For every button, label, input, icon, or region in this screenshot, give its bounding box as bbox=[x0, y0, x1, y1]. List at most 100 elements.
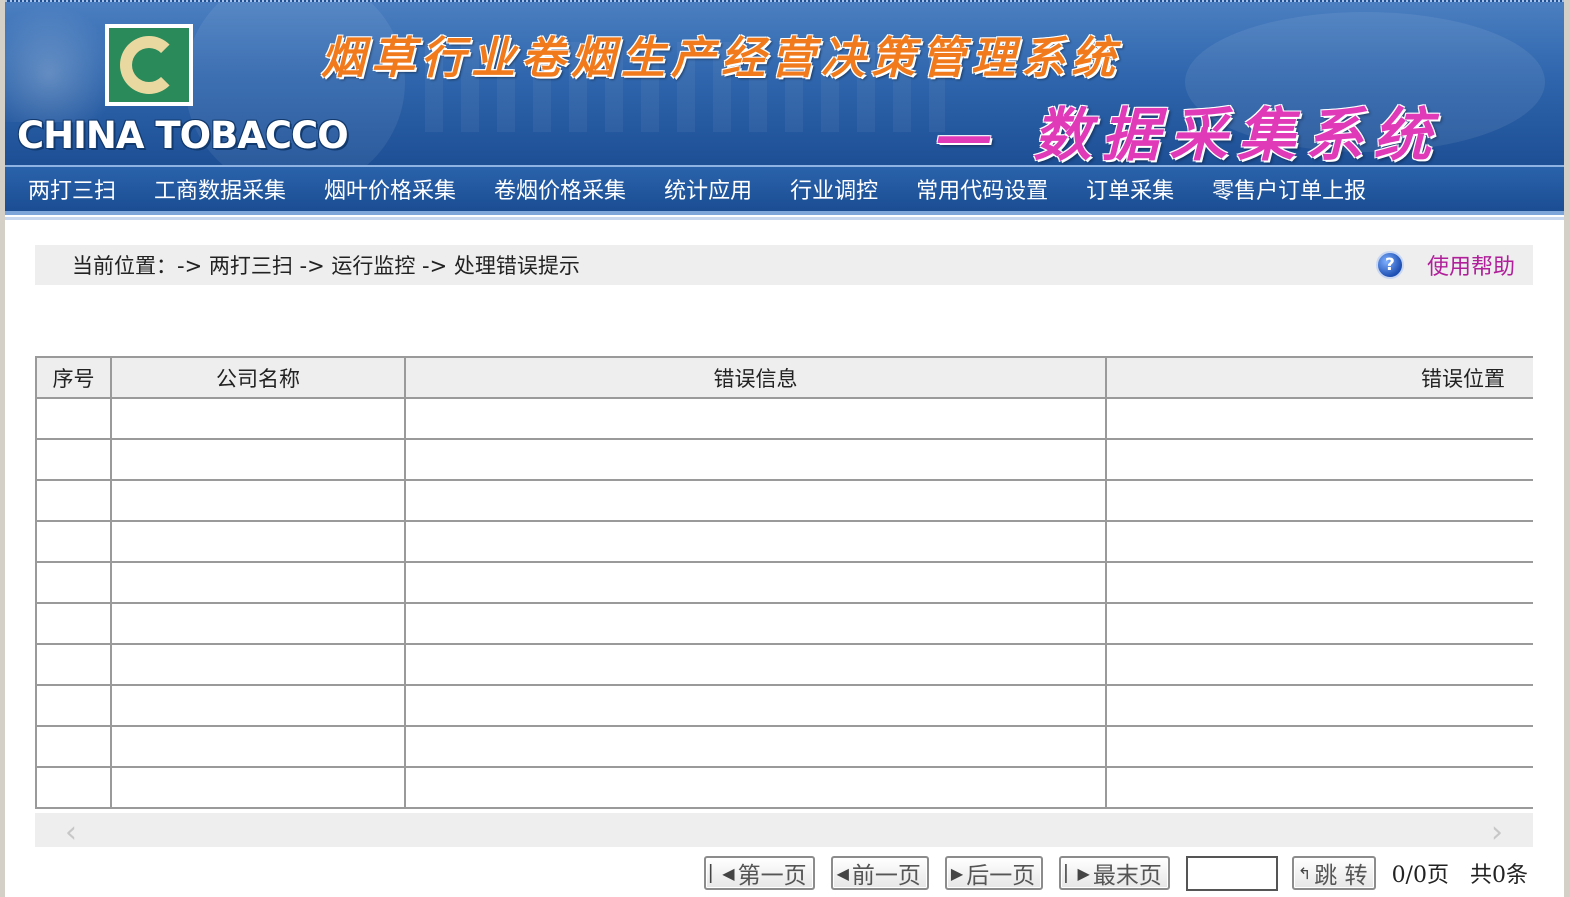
last-page-label: 最末页 bbox=[1092, 863, 1162, 889]
column-header-error-message[interactable]: 错误信息 bbox=[404, 356, 1107, 399]
nav-item-cigarette-price[interactable]: 卷烟价格采集 bbox=[475, 173, 645, 205]
nav-item-industry-control[interactable]: 行业调控 bbox=[771, 173, 897, 205]
table-cell bbox=[110, 684, 406, 727]
table-row bbox=[35, 561, 1533, 604]
table-cell bbox=[404, 725, 1107, 768]
table-cell bbox=[35, 397, 112, 440]
prev-page-icon: ◀ bbox=[836, 863, 849, 883]
next-page-label: 后一页 bbox=[966, 863, 1036, 889]
error-table: 序号 公司名称 错误信息 错误位置 bbox=[35, 356, 1533, 809]
header-banner: CHINA TOBACCO 烟草行业卷烟生产经营决策管理系统 — 数据采集系统 bbox=[5, 0, 1564, 165]
help-label[interactable]: 使用帮助 bbox=[1427, 249, 1515, 281]
china-tobacco-logo bbox=[105, 24, 193, 106]
column-header-index[interactable]: 序号 bbox=[35, 356, 112, 399]
error-table-container[interactable]: 序号 公司名称 错误信息 错误位置 bbox=[35, 356, 1533, 813]
last-page-button[interactable]: ▏▶ 最末页 bbox=[1059, 856, 1170, 890]
table-body bbox=[35, 397, 1533, 809]
logo-c-icon bbox=[120, 36, 178, 94]
table-cell bbox=[404, 602, 1107, 645]
next-page-button[interactable]: ▶ 后一页 bbox=[944, 856, 1044, 890]
jump-label: 跳 转 bbox=[1314, 863, 1368, 889]
table-row bbox=[35, 438, 1533, 481]
nav-item-code-settings[interactable]: 常用代码设置 bbox=[897, 173, 1067, 205]
table-cell bbox=[35, 561, 112, 604]
table-cell bbox=[110, 766, 406, 809]
table-cell bbox=[35, 684, 112, 727]
table-cell bbox=[404, 561, 1107, 604]
nav-item-liangda-sansao[interactable]: 两打三扫 bbox=[9, 173, 135, 205]
table-cell bbox=[404, 397, 1107, 440]
table-cell bbox=[404, 684, 1107, 727]
help-link[interactable]: ? 使用帮助 bbox=[1375, 249, 1515, 281]
table-cell bbox=[404, 438, 1107, 481]
table-cell bbox=[110, 561, 406, 604]
nav-item-business-data[interactable]: 工商数据采集 bbox=[135, 173, 305, 205]
nav-item-leaf-price[interactable]: 烟叶价格采集 bbox=[305, 173, 475, 205]
table-row bbox=[35, 479, 1533, 522]
return-arrow-icon: ↰ bbox=[1297, 863, 1312, 883]
table-cell bbox=[1105, 602, 1533, 645]
next-page-icon: ▶ bbox=[950, 863, 964, 883]
table-row bbox=[35, 397, 1533, 440]
table-cell bbox=[35, 643, 112, 686]
table-cell bbox=[1105, 520, 1533, 563]
last-page-icon: ▏▶ bbox=[1065, 863, 1090, 883]
table-cell bbox=[1105, 397, 1533, 440]
table-cell bbox=[1105, 643, 1533, 686]
nav-item-order-collection[interactable]: 订单采集 bbox=[1067, 173, 1193, 205]
column-header-error-location[interactable]: 错误位置 bbox=[1105, 356, 1533, 399]
first-page-label: 第一页 bbox=[737, 863, 807, 889]
column-header-company[interactable]: 公司名称 bbox=[110, 356, 406, 399]
system-title: 烟草行业卷烟生产经营决策管理系统 bbox=[321, 33, 1121, 84]
table-cell bbox=[1105, 725, 1533, 768]
banner-decoration bbox=[5, 2, 115, 122]
table-cell bbox=[35, 602, 112, 645]
breadcrumb-text: 当前位置：-> 两打三扫 -> 运行监控 -> 处理错误提示 bbox=[72, 254, 580, 278]
first-page-button[interactable]: ▏◀ 第一页 bbox=[704, 856, 815, 890]
table-cell bbox=[110, 602, 406, 645]
main-nav: 两打三扫 工商数据采集 烟叶价格采集 卷烟价格采集 统计应用 行业调控 常用代码… bbox=[5, 165, 1564, 215]
table-cell bbox=[35, 479, 112, 522]
table-row bbox=[35, 643, 1533, 686]
table-cell bbox=[35, 725, 112, 768]
page-number-input[interactable] bbox=[1185, 855, 1278, 891]
table-row bbox=[35, 766, 1533, 809]
table-cell bbox=[35, 438, 112, 481]
table-cell bbox=[404, 766, 1107, 809]
table-cell bbox=[1105, 479, 1533, 522]
nav-item-statistics[interactable]: 统计应用 bbox=[645, 173, 771, 205]
scroll-right-icon[interactable]: › bbox=[1491, 815, 1503, 850]
table-header-row: 序号 公司名称 错误信息 错误位置 bbox=[35, 356, 1533, 399]
nav-divider bbox=[5, 217, 1564, 220]
jump-button[interactable]: ↰ 跳 转 bbox=[1291, 856, 1376, 890]
table-cell bbox=[110, 520, 406, 563]
logo-leaf-icon bbox=[138, 53, 164, 85]
prev-page-button[interactable]: ◀ 前一页 bbox=[830, 856, 929, 890]
table-cell bbox=[110, 479, 406, 522]
table-cell bbox=[1105, 684, 1533, 727]
prev-page-label: 前一页 bbox=[851, 863, 921, 889]
first-page-icon: ▏◀ bbox=[710, 863, 735, 883]
table-cell bbox=[404, 520, 1107, 563]
table-row bbox=[35, 725, 1533, 768]
brand-name: CHINA TOBACCO bbox=[17, 114, 349, 157]
table-cell bbox=[1105, 438, 1533, 481]
table-cell bbox=[35, 520, 112, 563]
breadcrumb: 当前位置：-> 两打三扫 -> 运行监控 -> 处理错误提示 ? 使用帮助 bbox=[35, 245, 1533, 285]
pagination: ▏◀ 第一页 ◀ 前一页 ▶ 后一页 ▏▶ 最末页 ↰ 跳 转 0/0页 共0条 bbox=[704, 855, 1528, 891]
table-row bbox=[35, 684, 1533, 727]
app-frame: CHINA TOBACCO 烟草行业卷烟生产经营决策管理系统 — 数据采集系统 … bbox=[5, 0, 1564, 897]
system-subtitle: — 数据采集系统 bbox=[935, 101, 1442, 165]
page-info: 0/0页 共0条 bbox=[1392, 857, 1528, 889]
horizontal-scrollbar[interactable]: ‹ › bbox=[35, 813, 1533, 850]
page-count: 0/0页 bbox=[1391, 863, 1449, 888]
table-cell bbox=[110, 725, 406, 768]
table-cell bbox=[404, 643, 1107, 686]
scroll-left-icon[interactable]: ‹ bbox=[65, 815, 77, 850]
question-icon[interactable]: ? bbox=[1375, 251, 1404, 279]
nav-item-retailer-order[interactable]: 零售户订单上报 bbox=[1193, 173, 1385, 205]
table-row bbox=[35, 602, 1533, 645]
table-row bbox=[35, 520, 1533, 563]
table-cell bbox=[35, 766, 112, 809]
table-cell bbox=[110, 438, 406, 481]
